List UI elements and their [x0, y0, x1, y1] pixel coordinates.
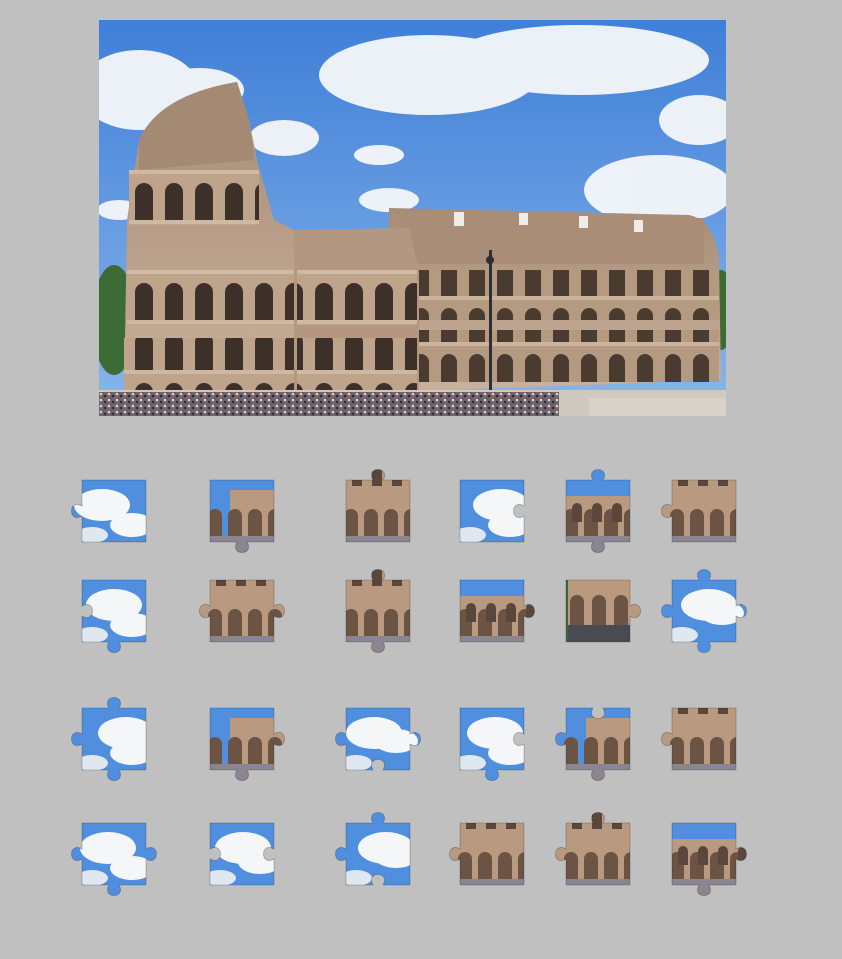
colosseum-illustration: [99, 20, 726, 416]
puzzle-piece[interactable]: [196, 809, 288, 899]
piece-image: [449, 822, 525, 886]
piece-image: [71, 822, 157, 896]
puzzle-piece[interactable]: [68, 566, 160, 656]
puzzle-piece[interactable]: [658, 466, 750, 556]
piece-image: [555, 812, 631, 886]
puzzle-piece[interactable]: [68, 466, 160, 556]
piece-image: [209, 707, 285, 781]
piece-image: [199, 579, 285, 643]
puzzle-piece[interactable]: [658, 809, 750, 899]
puzzle-piece[interactable]: [446, 809, 538, 899]
piece-image: [335, 707, 421, 771]
puzzle-piece[interactable]: [196, 566, 288, 656]
puzzle-piece[interactable]: [332, 566, 424, 656]
piece-image: [661, 707, 737, 771]
piece-image: [671, 822, 747, 896]
puzzle-piece[interactable]: [446, 566, 538, 656]
puzzle-piece[interactable]: [446, 694, 538, 784]
puzzle-piece[interactable]: [196, 694, 288, 784]
puzzle-piece[interactable]: [658, 566, 750, 656]
puzzle-piece[interactable]: [552, 694, 644, 784]
piece-image: [81, 579, 147, 653]
puzzle-piece[interactable]: [552, 809, 644, 899]
piece-image: [209, 479, 275, 553]
piece-tray: [0, 440, 842, 940]
piece-image: [459, 479, 525, 543]
piece-image: [661, 479, 737, 543]
puzzle-piece[interactable]: [68, 694, 160, 784]
puzzle-piece[interactable]: [332, 466, 424, 556]
puzzle-board: [0, 0, 842, 959]
piece-image: [459, 579, 535, 643]
piece-image: [345, 469, 411, 543]
puzzle-piece[interactable]: [446, 466, 538, 556]
piece-image: [71, 479, 147, 543]
piece-image: [565, 469, 631, 553]
piece-image: [459, 707, 525, 781]
piece-image: [555, 707, 631, 781]
piece-image: [661, 569, 747, 653]
piece-image: [335, 812, 411, 886]
piece-image: [345, 569, 411, 653]
piece-image: [71, 697, 147, 781]
reference-image: [99, 20, 726, 416]
puzzle-piece[interactable]: [552, 566, 644, 656]
piece-image: [209, 822, 275, 886]
puzzle-piece[interactable]: [196, 466, 288, 556]
puzzle-piece[interactable]: [68, 809, 160, 899]
puzzle-piece[interactable]: [658, 694, 750, 784]
piece-image: [565, 579, 641, 643]
puzzle-piece[interactable]: [552, 466, 644, 556]
puzzle-piece[interactable]: [332, 694, 424, 784]
puzzle-piece[interactable]: [332, 809, 424, 899]
